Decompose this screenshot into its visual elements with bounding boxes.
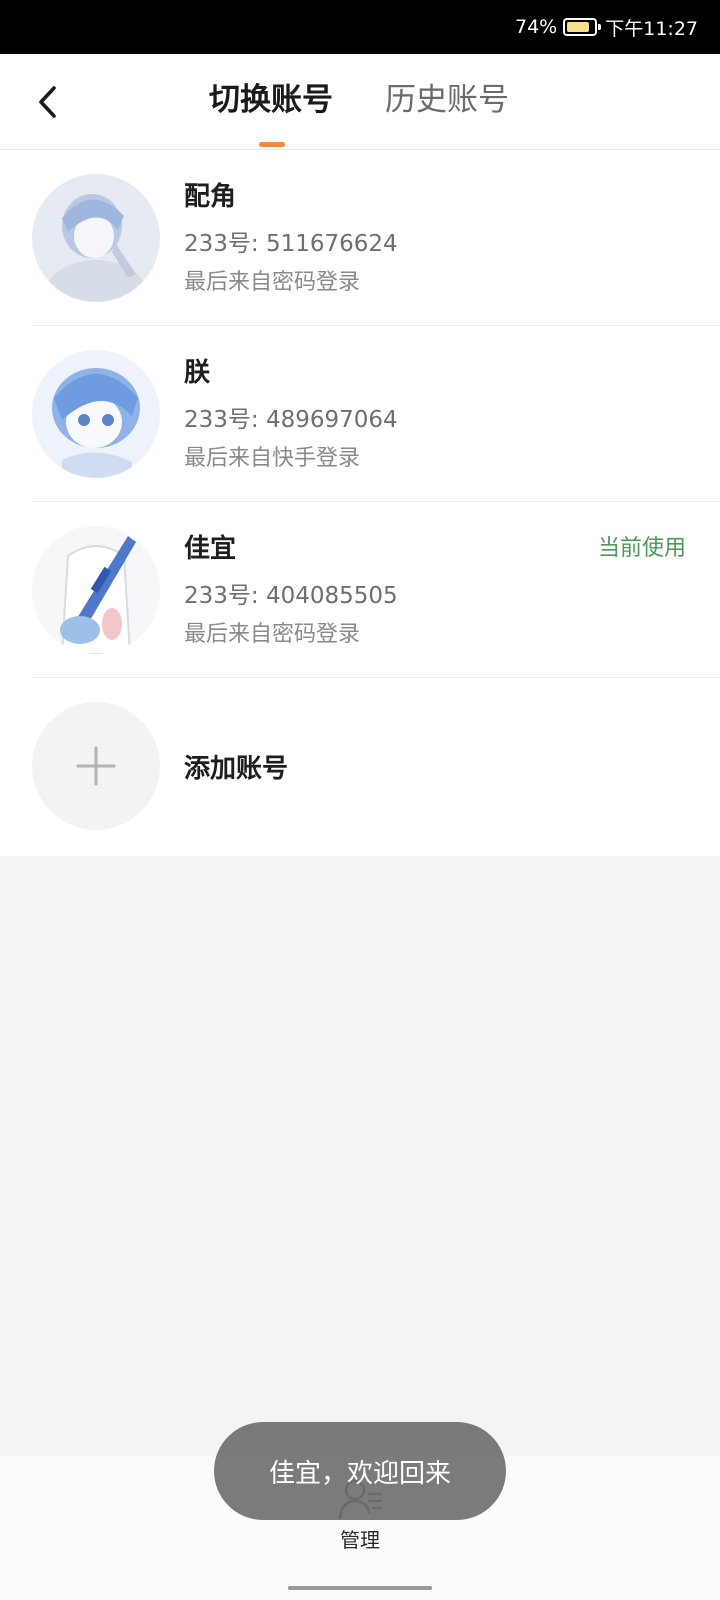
tab-history-account[interactable]: 历史账号 — [385, 80, 509, 120]
avatar-image — [32, 350, 160, 478]
tab-switch-account[interactable]: 切换账号 — [209, 80, 333, 120]
current-account-badge: 当前使用 — [597, 536, 686, 561]
avatar-image — [32, 526, 160, 654]
account-last-login: 最后来自快手登录 — [184, 446, 361, 471]
status-bar: 74% 下午11:27 — [0, 0, 720, 54]
account-last-login: 最后来自密码登录 — [184, 270, 361, 295]
account-last-login: 最后来自密码登录 — [184, 622, 361, 647]
manage-label: 管理 — [340, 1528, 380, 1552]
account-name: 朕 — [184, 358, 211, 388]
account-item-zhen[interactable]: 朕 233号: 489697064 最后来自快手登录 — [32, 326, 720, 502]
add-account-button[interactable] — [32, 702, 160, 830]
account-name: 配角 — [184, 182, 237, 212]
welcome-toast: 佳宜，欢迎回来 — [214, 1422, 506, 1520]
add-account-label: 添加账号 — [184, 754, 289, 784]
tab-bar: 切换账号 历史账号 — [0, 54, 720, 150]
avatar — [32, 350, 160, 478]
avatar — [32, 174, 160, 302]
header: 切换账号 历史账号 — [0, 54, 720, 150]
account-item-peijue[interactable]: 配角 233号: 511676624 最后来自密码登录 — [32, 150, 720, 326]
account-id: 233号: 489697064 — [184, 407, 398, 433]
home-indicator[interactable] — [288, 1586, 432, 1590]
account-item-jiayi[interactable]: 佳宜 当前使用 233号: 404085505 最后来自密码登录 — [32, 502, 720, 678]
battery-percentage: 74% — [515, 16, 558, 38]
account-id: 233号: 404085505 — [184, 583, 398, 609]
battery-icon — [563, 18, 602, 36]
account-name: 佳宜 — [184, 534, 237, 564]
tab-active-indicator — [259, 142, 285, 147]
avatar-image — [32, 174, 160, 302]
avatar — [32, 526, 160, 654]
add-account-row[interactable]: 添加账号 — [32, 678, 720, 854]
clock: 下午11:27 — [605, 17, 698, 40]
account-list: 配角 233号: 511676624 最后来自密码登录 朕 233号: 4896… — [0, 150, 720, 856]
account-id: 233号: 511676624 — [184, 231, 398, 257]
plus-icon — [76, 746, 116, 786]
